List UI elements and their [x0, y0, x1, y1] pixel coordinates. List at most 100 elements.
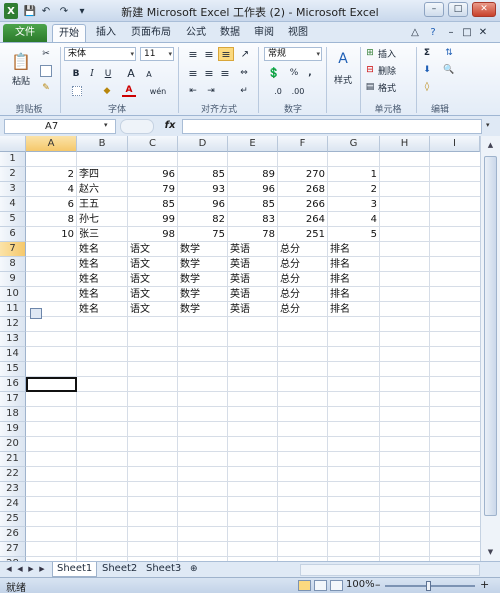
row-header-8[interactable]: 8 — [0, 257, 26, 272]
cell-b6[interactable]: 张三 — [77, 227, 128, 242]
cell-a3[interactable]: 4 — [26, 182, 77, 197]
cell-c3[interactable]: 79 — [128, 182, 178, 197]
cell-c4[interactable]: 85 — [128, 197, 178, 212]
cell-e3[interactable]: 96 — [228, 182, 278, 197]
cell-g10[interactable]: 排名 — [328, 287, 380, 302]
formula-input[interactable] — [182, 119, 482, 134]
row-header-2[interactable]: 2 — [0, 167, 26, 182]
cell-c5[interactable]: 99 — [128, 212, 178, 227]
insert-cells-icon[interactable]: ⊞ — [364, 47, 376, 59]
scroll-thumb[interactable] — [484, 156, 497, 516]
comma-button[interactable]: , — [304, 67, 316, 79]
row-header-9[interactable]: 9 — [0, 272, 26, 287]
cell-g2[interactable]: 1 — [328, 167, 380, 182]
cell-a2[interactable]: 2 — [26, 167, 77, 182]
cell-d2[interactable]: 85 — [178, 167, 228, 182]
cell-d7[interactable]: 数学 — [178, 242, 228, 257]
cell-e7[interactable]: 英语 — [228, 242, 278, 257]
decrease-indent-icon[interactable]: ⇤ — [186, 85, 200, 97]
font-name-combo[interactable]: 宋体 ▾ — [64, 47, 136, 61]
cell-f5[interactable]: 264 — [278, 212, 328, 227]
select-all-corner[interactable] — [0, 136, 26, 152]
paste-icon[interactable]: 📋 — [8, 47, 34, 75]
orientation-icon[interactable]: ↗ — [238, 48, 252, 60]
column-header-f[interactable]: F — [278, 136, 328, 152]
zoom-out-icon[interactable]: – — [375, 578, 381, 591]
column-header-b[interactable]: B — [77, 136, 128, 152]
grow-font-button[interactable]: A — [124, 67, 138, 80]
fill-icon[interactable]: ⬇ — [420, 64, 434, 76]
column-header-a[interactable]: A — [26, 136, 77, 152]
vertical-scrollbar[interactable]: ▲ ▼ — [480, 136, 500, 561]
styles-icon[interactable]: A — [334, 49, 352, 69]
insert-sheet-icon[interactable]: ⊕ — [186, 562, 202, 577]
close-button[interactable]: ✕ — [472, 2, 496, 17]
paste-options-icon[interactable] — [30, 308, 42, 319]
column-header-c[interactable]: C — [128, 136, 178, 152]
row-header-11[interactable]: 11 — [0, 302, 26, 317]
cell-g3[interactable]: 2 — [328, 182, 380, 197]
cell-a6[interactable]: 10 — [26, 227, 77, 242]
first-sheet-icon[interactable]: ◀ — [4, 564, 14, 575]
align-top-icon[interactable]: ≡ — [186, 48, 200, 61]
bold-button[interactable]: B — [70, 67, 82, 80]
cell-b10[interactable]: 姓名 — [77, 287, 128, 302]
decrease-decimal-icon[interactable]: .00 — [290, 85, 306, 97]
cell-d8[interactable]: 数学 — [178, 257, 228, 272]
tab-view[interactable]: 视图 — [284, 24, 312, 42]
cell-g7[interactable]: 排名 — [328, 242, 380, 257]
cell-b11[interactable]: 姓名 — [77, 302, 128, 317]
row-header-10[interactable]: 10 — [0, 287, 26, 302]
insert-cells-button[interactable]: 插入 — [378, 47, 412, 60]
cell-c8[interactable]: 语文 — [128, 257, 178, 272]
underline-button[interactable]: U — [102, 67, 114, 80]
row-header-21[interactable]: 21 — [0, 452, 26, 467]
cell-d10[interactable]: 数学 — [178, 287, 228, 302]
cell-e11[interactable]: 英语 — [228, 302, 278, 317]
row-header-14[interactable]: 14 — [0, 347, 26, 362]
window-restore-icon[interactable]: □ — [460, 24, 474, 42]
fill-color-icon[interactable]: ◆ — [100, 85, 114, 97]
sheet-tab-1[interactable]: Sheet1 — [52, 562, 98, 577]
styles-button[interactable]: 样式 — [330, 73, 356, 86]
row-header-20[interactable]: 20 — [0, 437, 26, 452]
align-center-icon[interactable]: ≡ — [202, 67, 216, 80]
row-header-12[interactable]: 12 — [0, 317, 26, 332]
insert-function-button[interactable]: fx — [160, 119, 180, 134]
minimize-button[interactable]: – — [424, 2, 444, 17]
currency-icon[interactable]: 💲 — [266, 67, 282, 79]
cell-f9[interactable]: 总分 — [278, 272, 328, 287]
help-icon[interactable]: ? — [426, 24, 440, 42]
sheet-tab-2[interactable]: Sheet2 — [98, 562, 141, 577]
row-header-1[interactable]: 1 — [0, 152, 26, 167]
cell-d5[interactable]: 82 — [178, 212, 228, 227]
format-painter-icon[interactable]: ✎ — [40, 82, 52, 94]
cell-f11[interactable]: 总分 — [278, 302, 328, 317]
cell-e2[interactable]: 89 — [228, 167, 278, 182]
cell-b4[interactable]: 王五 — [77, 197, 128, 212]
merge-center-icon[interactable]: ⇔ — [236, 67, 252, 79]
window-close-icon[interactable]: ✕ — [476, 24, 490, 42]
row-header-16[interactable]: 16 — [0, 377, 26, 392]
delete-cells-icon[interactable]: ⊟ — [364, 64, 376, 76]
tab-formulas[interactable]: 公式 — [182, 24, 210, 42]
row-header-27[interactable]: 27 — [0, 542, 26, 557]
row-header-3[interactable]: 3 — [0, 182, 26, 197]
cell-b8[interactable]: 姓名 — [77, 257, 128, 272]
tab-insert[interactable]: 插入 — [92, 24, 120, 42]
cell-b7[interactable]: 姓名 — [77, 242, 128, 257]
active-cell[interactable] — [26, 377, 77, 392]
cell-f10[interactable]: 总分 — [278, 287, 328, 302]
cell-d6[interactable]: 75 — [178, 227, 228, 242]
prev-sheet-icon[interactable]: ◀ — [15, 564, 25, 575]
normal-view-icon[interactable] — [298, 580, 311, 591]
cell-g4[interactable]: 3 — [328, 197, 380, 212]
name-box-dropdown-icon[interactable]: ▾ — [104, 121, 108, 129]
cell-g8[interactable]: 排名 — [328, 257, 380, 272]
formula-bar-splitter[interactable] — [120, 119, 154, 134]
cell-d4[interactable]: 96 — [178, 197, 228, 212]
cell-g5[interactable]: 4 — [328, 212, 380, 227]
paste-button[interactable]: 粘贴 — [6, 73, 36, 87]
cell-e10[interactable]: 英语 — [228, 287, 278, 302]
cell-c9[interactable]: 语文 — [128, 272, 178, 287]
